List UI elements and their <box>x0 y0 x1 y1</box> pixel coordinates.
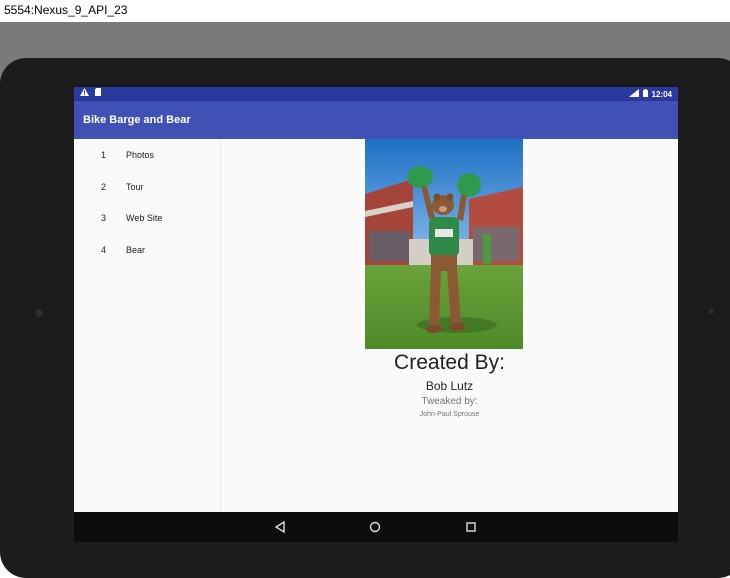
nav-item-label: Tour <box>126 182 144 192</box>
warning-icon <box>80 88 89 98</box>
navigation-list: 1 Photos 2 Tour 3 Web Site 4 Bear <box>74 139 221 512</box>
nav-item-number: 1 <box>100 150 106 160</box>
tweaked-by-label: Tweaked by: <box>421 396 478 407</box>
recents-square-icon <box>466 522 476 532</box>
back-triangle-icon <box>274 520 285 534</box>
status-time: 12:04 <box>651 89 672 99</box>
battery-icon <box>642 89 648 99</box>
nav-item-label: Photos <box>126 150 155 160</box>
nav-item-number: 4 <box>100 245 106 255</box>
nav-item-number: 2 <box>100 182 106 192</box>
sd-card-icon <box>95 88 101 98</box>
nav-item-tour[interactable]: 2 Tour <box>74 173 220 201</box>
nav-item-bear[interactable]: 4 Bear <box>74 236 220 264</box>
recents-button[interactable] <box>462 518 480 536</box>
nav-item-number: 3 <box>100 213 106 223</box>
side-sensor-left <box>35 309 43 317</box>
system-navigation-bar <box>74 512 678 542</box>
nav-item-label: Bear <box>126 245 146 255</box>
nav-item-photos[interactable]: 1 Photos <box>74 141 220 169</box>
detail-pane: Created By: Bob Lutz Tweaked by: John-Pa… <box>221 139 678 512</box>
back-button[interactable] <box>271 518 289 536</box>
bear-mascot-photo <box>365 139 523 349</box>
nav-item-web-site[interactable]: 3 Web Site <box>74 204 220 232</box>
author-name: Bob Lutz <box>425 379 474 393</box>
emulator-window-title: 5554:Nexus_9_API_23 <box>0 0 730 22</box>
tweaker-name: John-Paul Sprouse <box>419 411 480 418</box>
app-bar: Bike Barge and Bear <box>74 101 678 139</box>
signal-icon <box>628 89 639 99</box>
device-screen: 12:04 Bike Barge and Bear 1 Photos 2 Tou… <box>74 87 678 512</box>
app-title: Bike Barge and Bear <box>83 114 191 126</box>
created-by-heading: Created By: <box>394 351 505 374</box>
home-circle-icon <box>369 521 381 533</box>
nav-item-label: Web Site <box>126 213 163 223</box>
status-bar: 12:04 <box>74 87 678 101</box>
side-sensor-right <box>709 309 714 314</box>
home-button[interactable] <box>366 518 384 536</box>
